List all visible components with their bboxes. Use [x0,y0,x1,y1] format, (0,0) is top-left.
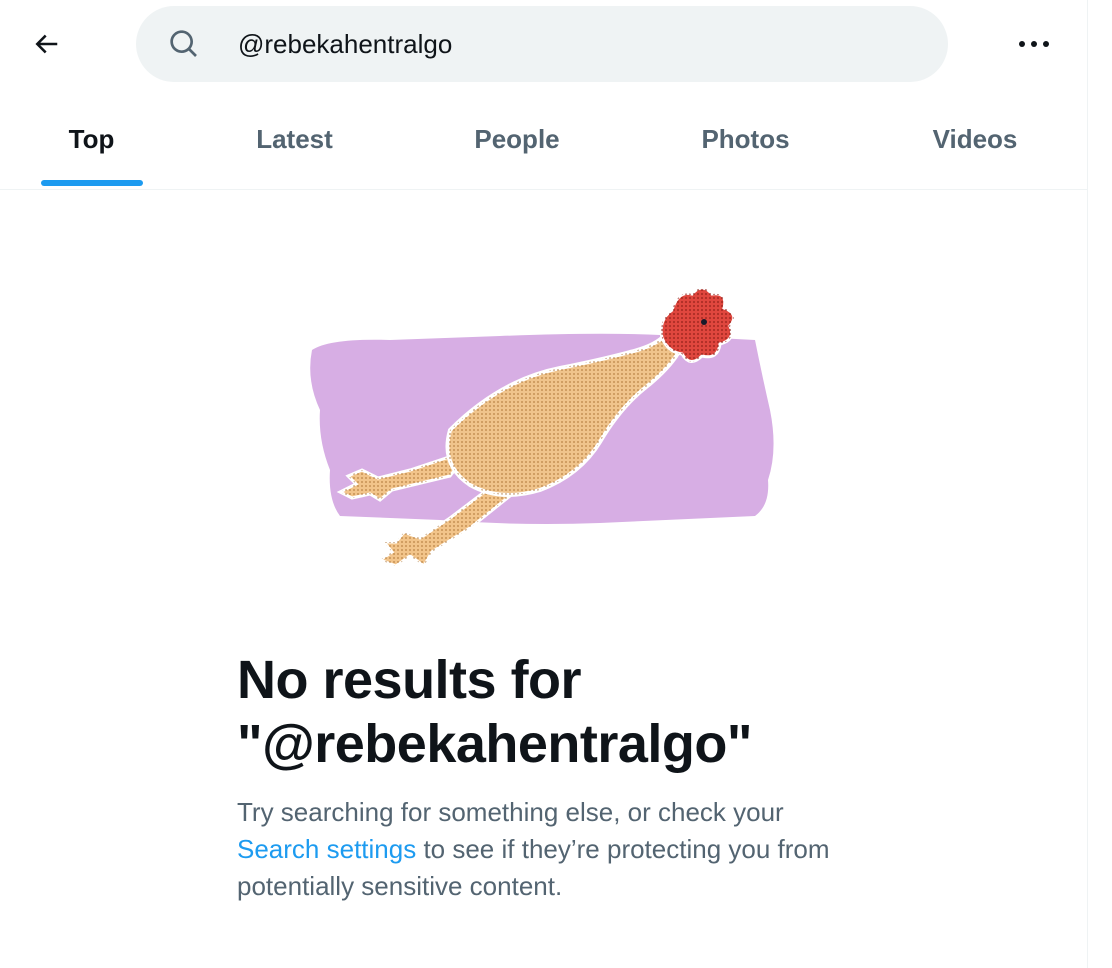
search-input[interactable] [238,24,918,64]
tab-top[interactable]: Top [0,94,183,190]
empty-state-title: No results for "@rebekahentralgo" [237,648,877,776]
empty-state-title-line1: No results for [237,650,582,710]
empty-state-title-line2: "@rebekahentralgo" [237,714,753,774]
tab-label: Latest [256,124,333,154]
tabs-divider [0,189,1087,190]
tab-label: People [474,124,560,154]
active-tab-indicator [40,180,143,186]
more-horizontal-icon [1019,41,1049,47]
rubber-chicken-illustration [310,286,774,569]
chicken-eye [701,319,707,325]
arrow-left-icon [35,34,58,54]
empty-state-description: Try searching for something else, or che… [237,794,857,905]
column-border [1087,0,1088,968]
tab-label: Photos [701,124,790,154]
search-box[interactable] [136,6,948,82]
search-icon [170,30,197,57]
more-options-button[interactable] [1006,22,1062,66]
empty-state-text: Try searching for something else, or che… [237,797,784,827]
tab-photos[interactable]: Photos [628,94,863,190]
search-tabs: Top Latest People Photos Videos [0,94,1087,190]
search-settings-link[interactable]: Search settings [237,834,416,864]
tab-videos[interactable]: Videos [863,94,1087,190]
tab-latest[interactable]: Latest [183,94,406,190]
search-header [0,0,1087,88]
back-button[interactable] [24,22,68,66]
tab-label: Top [68,124,115,154]
tab-people[interactable]: People [406,94,628,190]
tab-label: Videos [932,124,1018,154]
